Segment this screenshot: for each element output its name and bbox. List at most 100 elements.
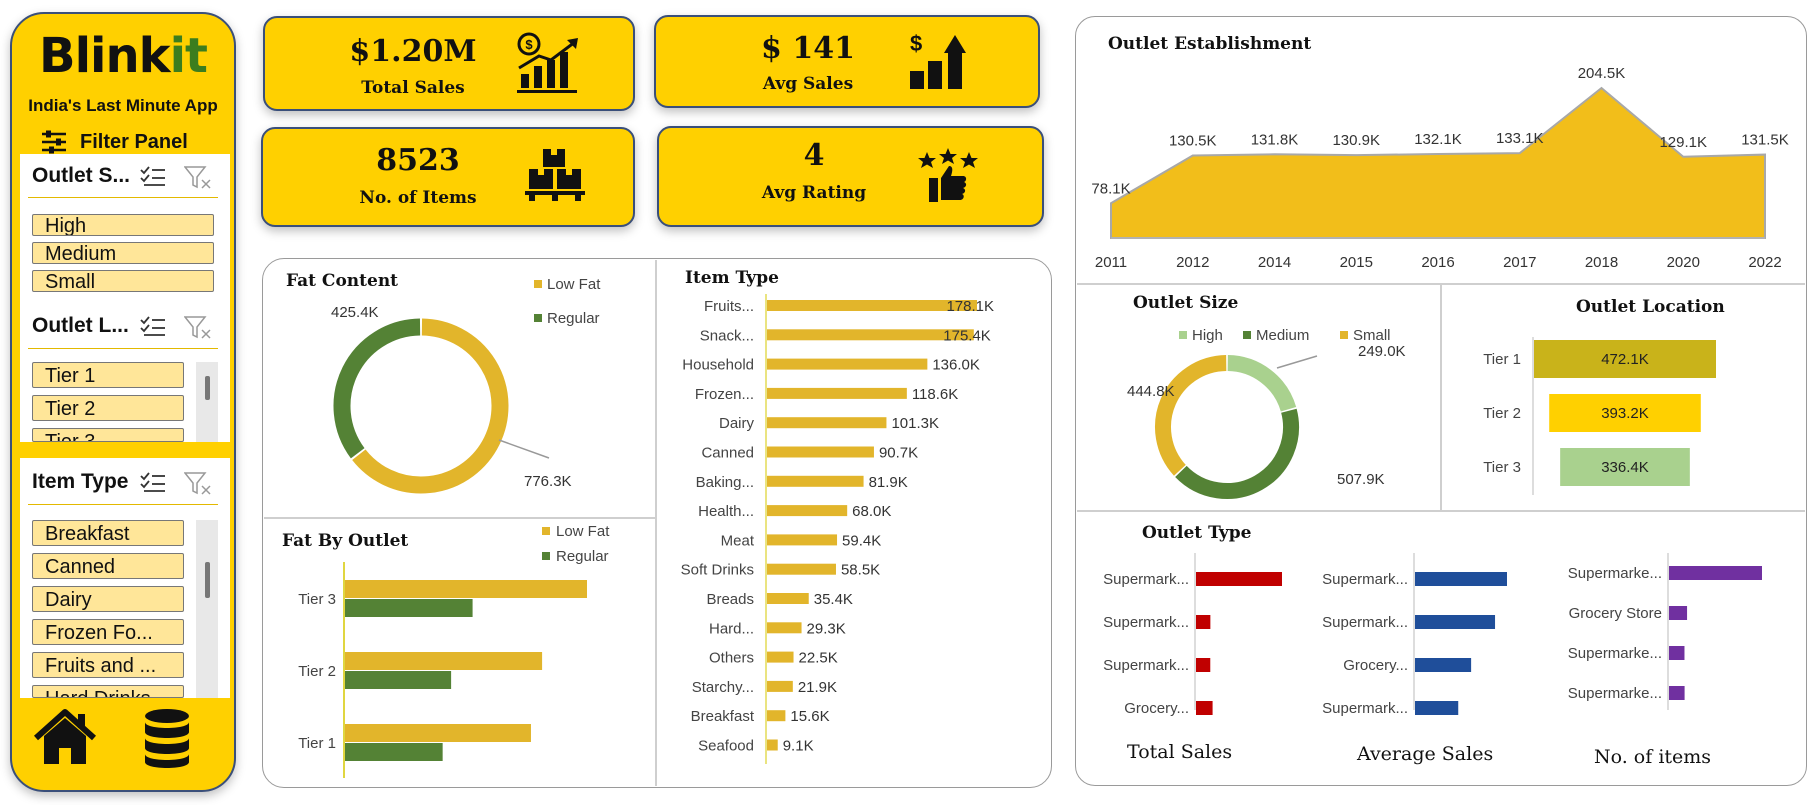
slicer-item-high[interactable]: High bbox=[32, 214, 214, 236]
home-icon[interactable] bbox=[32, 708, 98, 768]
clear-filter-icon[interactable] bbox=[184, 316, 212, 340]
category-label: Supermark... bbox=[1103, 614, 1189, 631]
data-label: 776.3K bbox=[524, 473, 572, 490]
slicer-scrollbar[interactable] bbox=[196, 362, 218, 442]
legend-swatch-regular bbox=[542, 552, 550, 560]
data-label: 425.4K bbox=[331, 304, 379, 321]
bar-item-type bbox=[767, 739, 778, 751]
data-label: 59.4K bbox=[842, 532, 881, 549]
data-label: 78.1K bbox=[1091, 180, 1130, 197]
data-label: 81.9K bbox=[869, 474, 908, 491]
category-label: Baking... bbox=[696, 474, 754, 491]
bar-regular bbox=[345, 743, 443, 761]
slicer-divider bbox=[28, 504, 218, 505]
category-label: Seafood bbox=[698, 738, 754, 755]
sales-growth-icon: $ bbox=[517, 32, 578, 93]
bar-outlet-type bbox=[1415, 701, 1459, 715]
data-label: 58.5K bbox=[841, 562, 880, 579]
bar-outlet-type bbox=[1669, 606, 1688, 620]
bar-outlet-type bbox=[1669, 646, 1685, 660]
category-label: Tier 2 bbox=[1483, 405, 1521, 422]
kpi-total-sales: $1.20M Total Sales $ bbox=[263, 16, 635, 111]
category-label: Grocery Store bbox=[1569, 605, 1662, 622]
average-sales-axis-label: Average Sales bbox=[1357, 743, 1494, 765]
area-series bbox=[1110, 86, 1766, 239]
scroll-thumb[interactable] bbox=[205, 562, 210, 598]
outlet-size-chart: High Medium Small249.0K 507.9K 444.8K bbox=[1127, 327, 1406, 499]
data-label: 204.5K bbox=[1578, 65, 1626, 82]
slicer-item-tier-3[interactable]: Tier 3 bbox=[32, 428, 184, 442]
slicer-item-hard-drinks[interactable]: Hard Drinks bbox=[32, 685, 184, 698]
bar-item-type bbox=[767, 593, 809, 604]
multi-select-icon[interactable] bbox=[140, 472, 166, 494]
data-label: 131.5K bbox=[1741, 132, 1789, 149]
kpi-rating: 4 Avg Rating bbox=[657, 126, 1044, 227]
clear-filter-icon[interactable] bbox=[184, 472, 212, 496]
legend-label: Low Fat bbox=[556, 523, 610, 540]
category-label: Snack... bbox=[700, 327, 754, 344]
item-type-title: Item Type bbox=[685, 268, 779, 288]
data-label: 133.1K bbox=[1496, 130, 1544, 147]
database-icon[interactable] bbox=[142, 708, 192, 770]
scroll-thumb[interactable] bbox=[205, 376, 210, 400]
slicer-item-small[interactable]: Small bbox=[32, 270, 214, 292]
legend-swatch-regular bbox=[534, 314, 542, 322]
x-tick-label: 2022 bbox=[1748, 254, 1781, 271]
data-label: 21.9K bbox=[798, 679, 837, 696]
data-label: 129.1K bbox=[1659, 134, 1707, 151]
outlet-size-title: Outlet Size bbox=[1133, 293, 1239, 313]
bar-item-type bbox=[767, 680, 793, 692]
outlet-establishment-chart: 78.1K 2011 130.5K 2012 131.8K 2014 130.9K 2015 1… bbox=[1091, 65, 1789, 271]
bar-item-type bbox=[767, 563, 836, 575]
bar-low-fat bbox=[345, 724, 531, 742]
slicer-title: Outlet S... bbox=[32, 164, 131, 187]
svg-text:$: $ bbox=[525, 37, 533, 52]
bar-outlet-type bbox=[1196, 658, 1211, 672]
item-type-slicer: Item Type Breakfast Canned Dairy Frozen … bbox=[20, 458, 230, 698]
data-label: 118.6K bbox=[912, 386, 958, 403]
category-label: Frozen... bbox=[695, 386, 754, 403]
legend-swatch bbox=[1179, 331, 1187, 339]
bar-regular bbox=[345, 671, 452, 689]
data-label: 249.0K bbox=[1358, 343, 1406, 360]
slicer-item-frozen[interactable]: Frozen Fo... bbox=[32, 619, 184, 645]
slicer-item-canned[interactable]: Canned bbox=[32, 553, 184, 579]
slicer-item-breakfast[interactable]: Breakfast bbox=[32, 520, 184, 546]
bar-low-fat bbox=[345, 580, 587, 598]
category-label: Supermark... bbox=[1322, 700, 1408, 717]
category-label: Supermark... bbox=[1103, 657, 1189, 674]
kpi-items: 8523 No. of Items bbox=[261, 127, 635, 227]
outlet-size-slicer: Outlet S... High Medium Small bbox=[20, 154, 230, 302]
item-type-chart: Fruits... 178.1K Snack... 175.4K Household 13… bbox=[681, 294, 994, 764]
middle-horizontal-divider bbox=[264, 517, 655, 519]
outlet-size-slice bbox=[1155, 355, 1227, 476]
bar-item-type bbox=[767, 534, 838, 546]
x-tick-label: 2012 bbox=[1176, 254, 1209, 271]
slicer-item-fruits[interactable]: Fruits and ... bbox=[32, 652, 184, 678]
slicer-item-medium[interactable]: Medium bbox=[32, 242, 214, 264]
data-label: 393.2K bbox=[1601, 405, 1649, 422]
slicer-item-dairy[interactable]: Dairy bbox=[32, 586, 184, 612]
slicer-divider bbox=[28, 348, 218, 349]
multi-select-icon[interactable] bbox=[140, 316, 166, 338]
slicer-item-tier-1[interactable]: Tier 1 bbox=[32, 362, 184, 388]
x-tick-label: 2011 bbox=[1095, 254, 1127, 271]
clear-filter-icon[interactable] bbox=[184, 166, 212, 190]
bar-item-type bbox=[767, 651, 794, 663]
data-label: 22.5K bbox=[799, 650, 838, 667]
category-label: Canned bbox=[701, 445, 754, 462]
leader-line bbox=[1276, 355, 1318, 369]
data-label: 472.1K bbox=[1601, 351, 1649, 368]
leader-line bbox=[498, 439, 550, 459]
bar-outlet-type bbox=[1669, 686, 1685, 700]
category-label: Hard... bbox=[709, 620, 754, 637]
legend-label: High bbox=[1192, 327, 1223, 344]
slicer-item-tier-2[interactable]: Tier 2 bbox=[32, 395, 184, 421]
legend-label: Regular bbox=[556, 548, 609, 565]
slicer-scrollbar[interactable] bbox=[196, 520, 218, 698]
legend-swatch bbox=[1243, 331, 1251, 339]
multi-select-icon[interactable] bbox=[140, 166, 166, 188]
category-label: Breakfast bbox=[691, 708, 755, 725]
kpi-avg-sales: $ 141 Avg Sales $ bbox=[654, 15, 1040, 108]
legend-label: Low Fat bbox=[547, 276, 601, 293]
